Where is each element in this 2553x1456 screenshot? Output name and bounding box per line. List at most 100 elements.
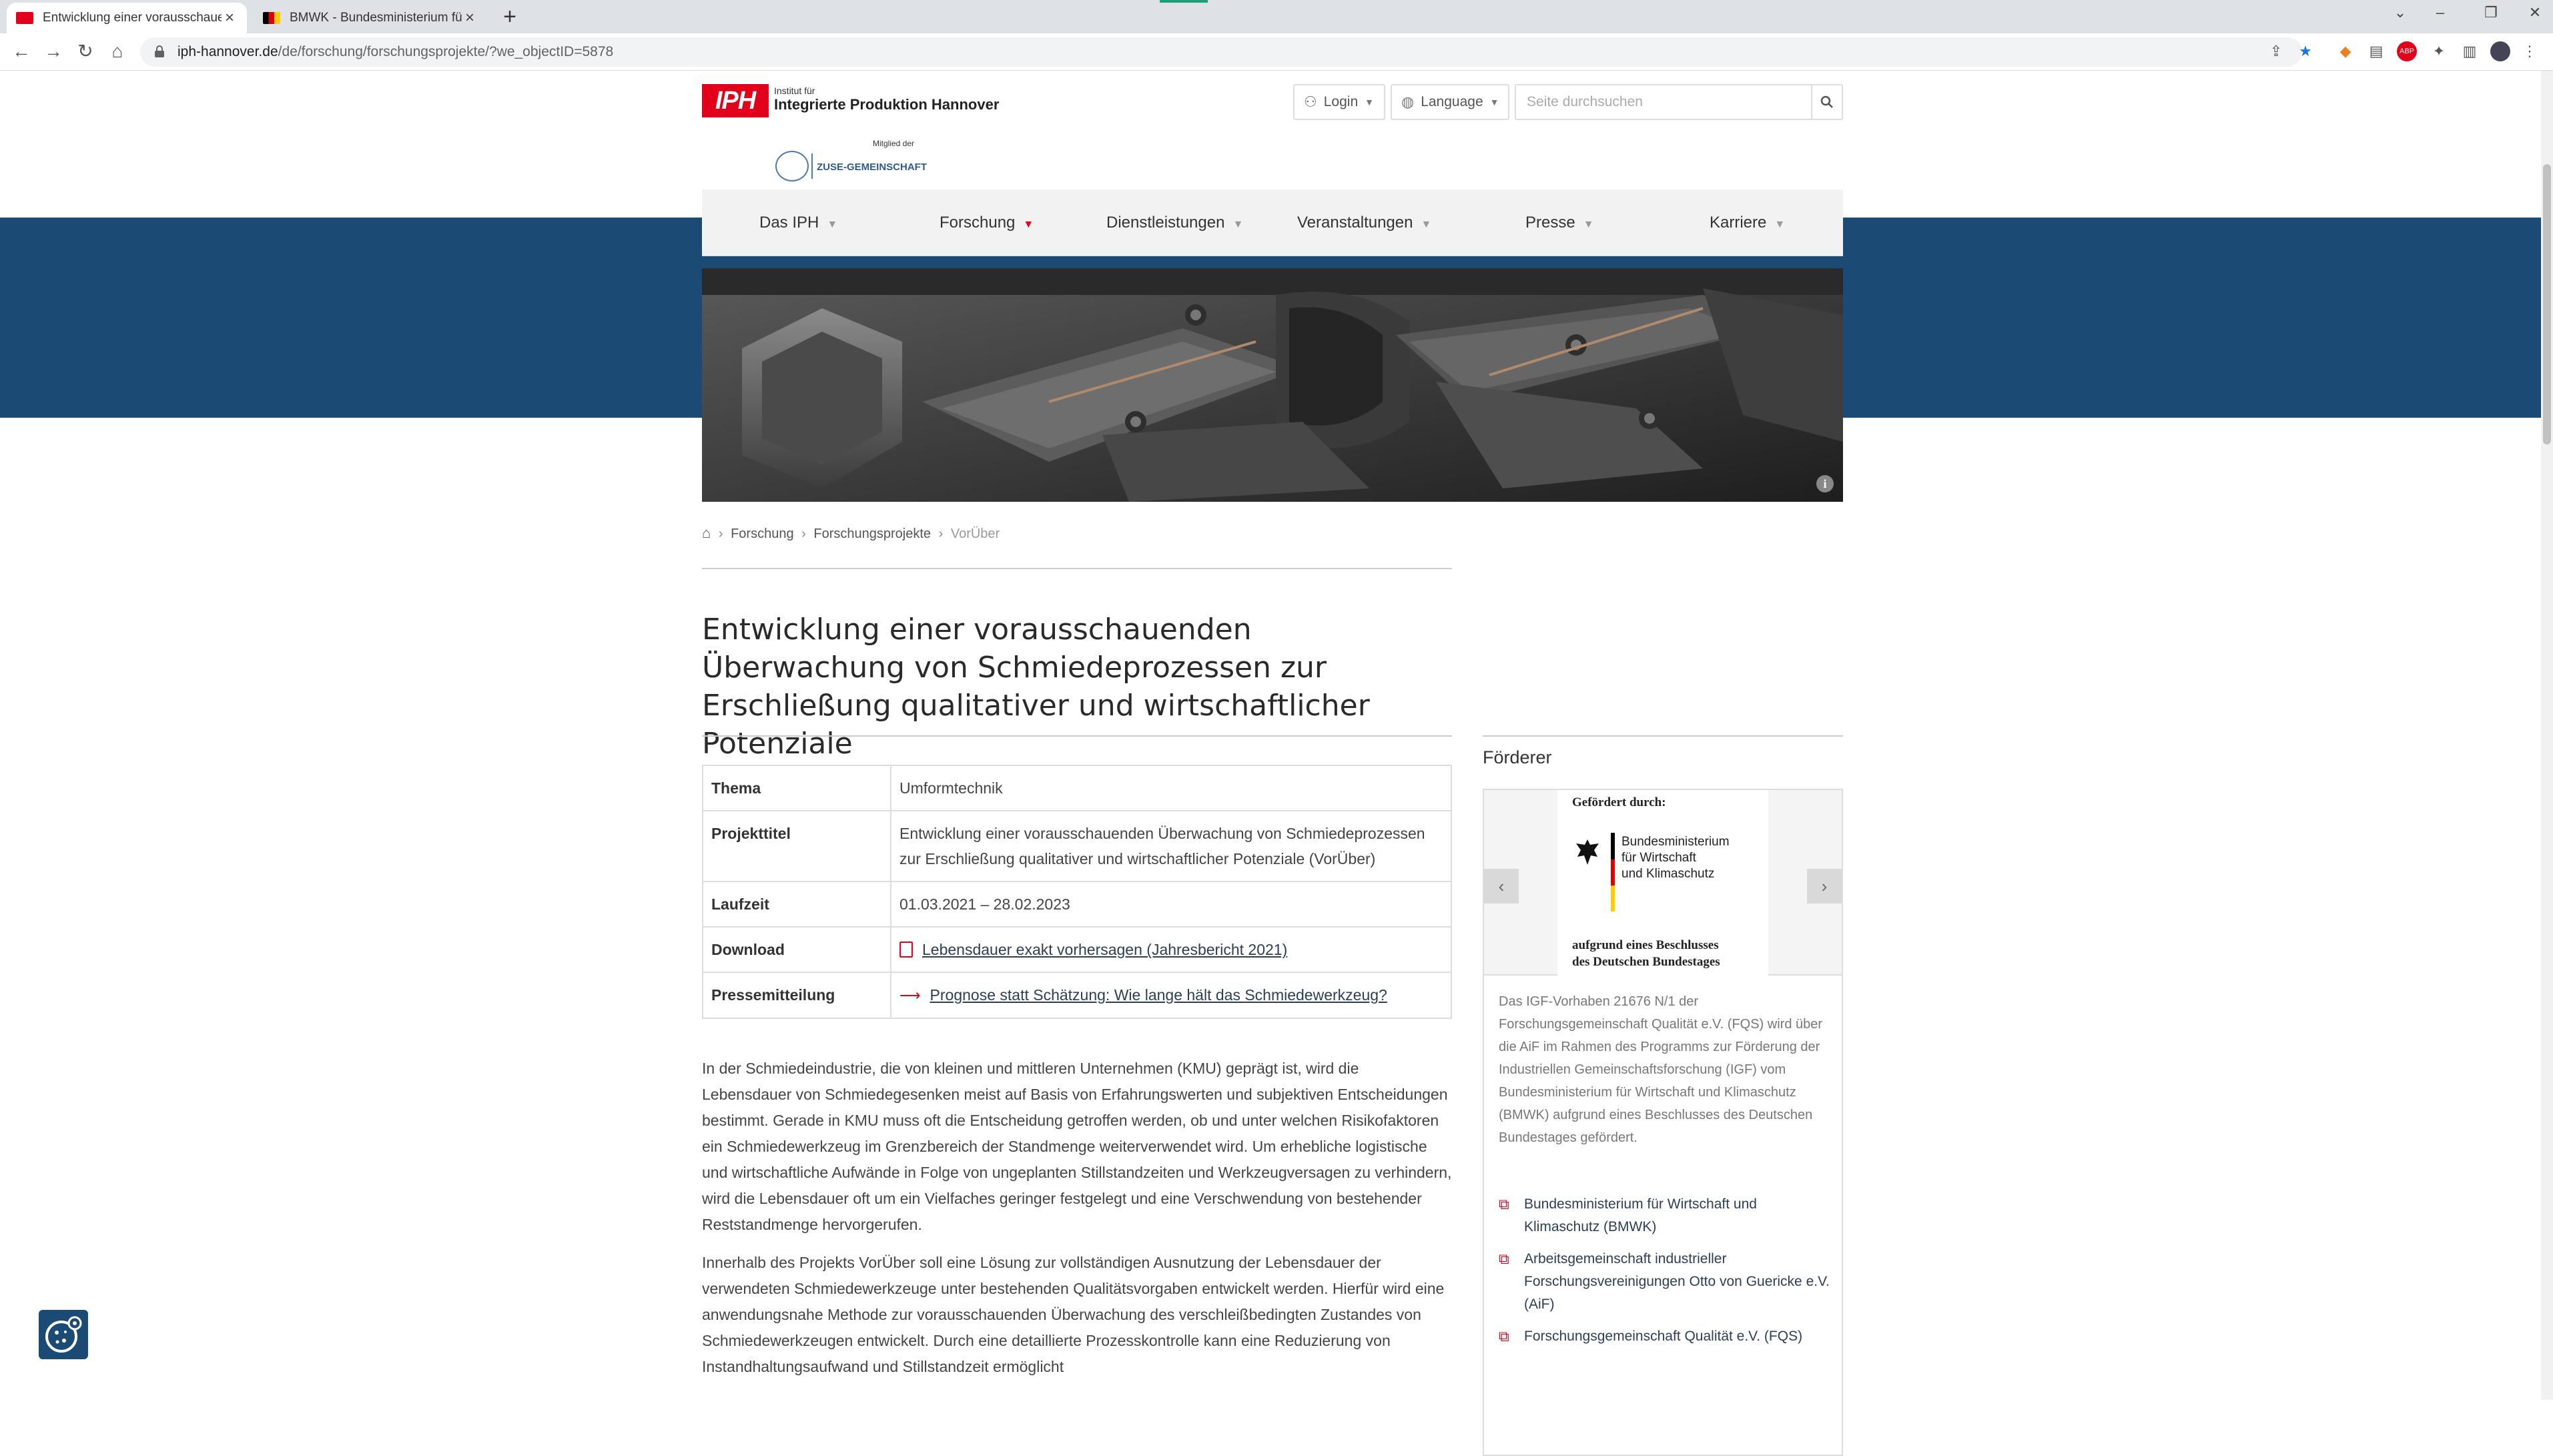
nav-item-das-iph[interactable]: Das IPH ▼ bbox=[759, 190, 837, 256]
cookie-icon bbox=[45, 1316, 82, 1353]
caret-down-icon: ▼ bbox=[1583, 219, 1594, 230]
minimize-icon[interactable]: – bbox=[2430, 4, 2450, 21]
logo-name: Integrierte Produktion Hannover bbox=[774, 96, 1000, 113]
row-label: Pressemitteilung bbox=[702, 972, 891, 1019]
nav-item-forschung[interactable]: Forschung ▼ bbox=[940, 190, 1034, 256]
browser-tab[interactable]: BMWK - Bundesministerium für Wirtschaft … bbox=[254, 3, 487, 33]
share-icon[interactable]: ⇪ bbox=[2266, 41, 2286, 61]
project-info-table: Thema Umformtechnik Projekttitel Entwick… bbox=[702, 765, 1452, 1019]
address-bar[interactable]: iph-hannover.de/de/forschung/forschungsp… bbox=[140, 37, 2302, 67]
list-item: ⧉ Forschungsgemeinschaft Qualität e.V. (F… bbox=[1499, 1325, 1832, 1348]
resolution-label: aufgrund eines Beschlusses des Deutschen… bbox=[1572, 937, 1720, 970]
breadcrumb-separator: › bbox=[718, 526, 723, 541]
row-value: Lebensdauer exakt vorhersagen (Jahresber… bbox=[890, 926, 1452, 973]
divider bbox=[702, 568, 1452, 569]
web-page: IPH Institut für Integrierte Produktion … bbox=[0, 71, 2553, 1456]
forging-tools-photo bbox=[702, 268, 1843, 502]
reload-icon[interactable]: ↻ bbox=[73, 40, 97, 64]
bookmark-star-icon[interactable]: ★ bbox=[2295, 41, 2315, 61]
divider bbox=[811, 153, 813, 179]
nav-item-veranstaltungen[interactable]: Veranstaltungen ▼ bbox=[1297, 190, 1431, 256]
sponsor-carousel: Gefördert durch: Bundesministerium für W… bbox=[1484, 790, 1842, 976]
document-extension-icon[interactable]: ▤ bbox=[2366, 41, 2386, 61]
nav-label: Karriere bbox=[1710, 214, 1767, 232]
language-dropdown[interactable]: ◍ Language ▼ bbox=[1391, 84, 1509, 120]
close-window-icon[interactable]: ✕ bbox=[2525, 4, 2545, 21]
restore-icon[interactable]: ❐ bbox=[2481, 4, 2501, 21]
paragraph: In der Schmiedeindustrie, die von kleine… bbox=[702, 1060, 1452, 1233]
scrollbar-thumb[interactable] bbox=[2543, 164, 2551, 444]
external-link-icon: ⧉ bbox=[1499, 1250, 1509, 1267]
zuse-emblem-icon bbox=[775, 151, 809, 181]
caret-down-icon: ▼ bbox=[1421, 219, 1432, 230]
nav-item-dienstleistungen[interactable]: Dienstleistungen ▼ bbox=[1106, 190, 1243, 256]
tab-search-icon[interactable]: ⌄ bbox=[2390, 4, 2410, 21]
row-label: Laufzeit bbox=[702, 881, 891, 928]
row-value: Entwicklung einer vorausschauenden Überw… bbox=[890, 810, 1452, 882]
list-item: ⧉ Bundesministerium für Wirtschaft und Kl… bbox=[1499, 1193, 1832, 1238]
nav-item-karriere[interactable]: Karriere ▼ bbox=[1710, 190, 1785, 256]
back-icon[interactable]: ← bbox=[9, 40, 33, 64]
url-path: /de/forschung/forschungsprojekte/?we_obj… bbox=[278, 44, 614, 59]
close-tab-icon[interactable]: × bbox=[222, 9, 238, 27]
caret-down-icon: ▼ bbox=[1023, 219, 1034, 230]
divider bbox=[702, 735, 1452, 737]
menu-kebab-icon[interactable]: ⋮ bbox=[2520, 41, 2540, 61]
breadcrumb: ⌂ › Forschung › Forschungsprojekte › Vor… bbox=[702, 524, 1000, 542]
external-link-icon: ⧉ bbox=[1499, 1328, 1509, 1345]
info-icon[interactable]: i bbox=[1816, 475, 1834, 492]
home-icon[interactable]: ⌂ bbox=[105, 40, 129, 64]
press-release-link[interactable]: Prognose statt Schätzung: Wie lange hält… bbox=[930, 986, 1387, 1004]
nav-label: Das IPH bbox=[759, 214, 819, 232]
cookie-settings-button[interactable] bbox=[39, 1310, 88, 1359]
site-search bbox=[1515, 84, 1843, 120]
sponsor-link-bmwk[interactable]: Bundesministerium für Wirtschaft und Kli… bbox=[1524, 1193, 1832, 1238]
table-row: Projekttitel Entwicklung einer voraussch… bbox=[702, 810, 1452, 882]
bmwk-funding-logo: Gefördert durch: Bundesministerium für W… bbox=[1557, 790, 1768, 976]
metamask-extension-icon[interactable]: ◆ bbox=[2335, 41, 2355, 61]
external-link-icon: ⧉ bbox=[1499, 1196, 1509, 1212]
search-button[interactable] bbox=[1811, 85, 1842, 119]
list-item: ⧉ Arbeitsgemeinschaft industrieller Forsc… bbox=[1499, 1248, 1832, 1316]
search-icon bbox=[1820, 95, 1833, 108]
breadcrumb-link[interactable]: Forschungsprojekte bbox=[813, 526, 931, 541]
browser-tab-active[interactable]: Entwicklung einer vorausschauenden Überw… bbox=[7, 3, 247, 33]
adblock-extension-icon[interactable]: ABP bbox=[2397, 41, 2417, 61]
table-row: Laufzeit 01.03.2021 – 28.02.2023 bbox=[702, 881, 1452, 928]
login-dropdown[interactable]: ⚇ Login ▼ bbox=[1293, 84, 1385, 120]
main-navigation: Das IPH ▼ Forschung ▼ Dienstleistungen ▼ Ve… bbox=[702, 190, 1843, 256]
table-row: Thema Umformtechnik bbox=[702, 765, 1452, 811]
sponsor-link-fqs[interactable]: Forschungsgemeinschaft Qualität e.V. (FQ… bbox=[1524, 1325, 1802, 1348]
iph-logo-mark: IPH bbox=[702, 84, 769, 117]
caret-down-icon: ▼ bbox=[1232, 219, 1244, 230]
row-label: Download bbox=[702, 926, 891, 973]
ministry-line: für Wirtschaft bbox=[1621, 851, 1696, 865]
nav-item-presse[interactable]: Presse ▼ bbox=[1525, 190, 1594, 256]
pdf-icon bbox=[899, 942, 913, 958]
page-scrollbar[interactable] bbox=[2541, 71, 2553, 1400]
url-host: iph-hannover.de bbox=[177, 44, 278, 59]
close-tab-icon[interactable]: × bbox=[462, 9, 478, 27]
funding-description: Das IGF-Vorhaben 21676 N/1 der Forschung… bbox=[1499, 994, 1823, 1145]
profile-avatar[interactable] bbox=[2490, 41, 2510, 61]
paragraph: Innerhalb des Projekts VorÜber soll eine… bbox=[702, 1254, 1445, 1375]
new-tab-button[interactable]: + bbox=[498, 5, 522, 29]
row-label: Projekttitel bbox=[702, 810, 891, 882]
caret-down-icon: ▼ bbox=[1365, 97, 1374, 107]
download-link[interactable]: Lebensdauer exakt vorhersagen (Jahresber… bbox=[922, 941, 1287, 958]
search-input[interactable] bbox=[1525, 85, 1792, 119]
carousel-next-button[interactable]: › bbox=[1807, 869, 1842, 903]
side-panel-icon[interactable]: ▥ bbox=[2460, 41, 2480, 61]
sponsor-link-aif[interactable]: Arbeitsgemeinschaft industrieller Forsch… bbox=[1524, 1248, 1832, 1316]
forward-icon[interactable]: → bbox=[41, 40, 65, 64]
breadcrumb-separator: › bbox=[938, 526, 944, 541]
lock-icon[interactable] bbox=[153, 45, 165, 58]
carousel-prev-button[interactable]: ‹ bbox=[1484, 869, 1519, 903]
extensions-puzzle-icon[interactable]: ✦ bbox=[2429, 41, 2449, 61]
home-icon[interactable]: ⌂ bbox=[702, 524, 711, 541]
sponsor-panel: Gefördert durch: Bundesministerium für W… bbox=[1483, 789, 1843, 1456]
breadcrumb-link[interactable]: Forschung bbox=[731, 526, 794, 541]
row-value: ⟶ Prognose statt Schätzung: Wie lange häl… bbox=[890, 972, 1452, 1019]
globe-icon: ◍ bbox=[1401, 93, 1415, 110]
caret-down-icon: ▼ bbox=[1489, 97, 1499, 107]
